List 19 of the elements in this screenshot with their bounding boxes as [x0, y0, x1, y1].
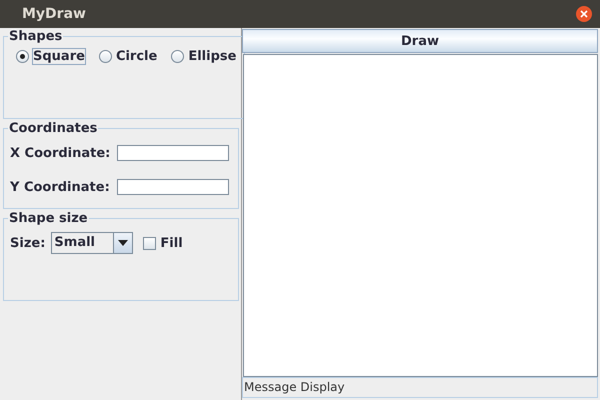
- fill-checkbox[interactable]: Fill: [143, 236, 183, 250]
- draw-button[interactable]: Draw: [242, 29, 598, 53]
- radio-option[interactable]: Circle: [96, 48, 160, 65]
- close-button[interactable]: [576, 6, 592, 22]
- caret-icon: [118, 240, 128, 246]
- field-label: Size:: [10, 236, 46, 250]
- input-field[interactable]: [117, 145, 229, 161]
- radio-option[interactable]: Ellipse: [169, 48, 238, 65]
- close-icon: [579, 9, 589, 19]
- group-title: Shape size: [8, 211, 89, 226]
- field-label: Y Coordinate:: [10, 180, 110, 194]
- input-field[interactable]: [117, 179, 229, 195]
- radio-option[interactable]: Square: [14, 48, 87, 65]
- group-title: Shapes: [8, 29, 64, 44]
- status-bar: Message Display: [242, 377, 598, 398]
- group-title: Coordinates: [8, 121, 98, 136]
- size-dropdown[interactable]: Small: [51, 232, 134, 254]
- window-title: MyDraw: [22, 6, 86, 22]
- field-label: X Coordinate:: [10, 146, 110, 160]
